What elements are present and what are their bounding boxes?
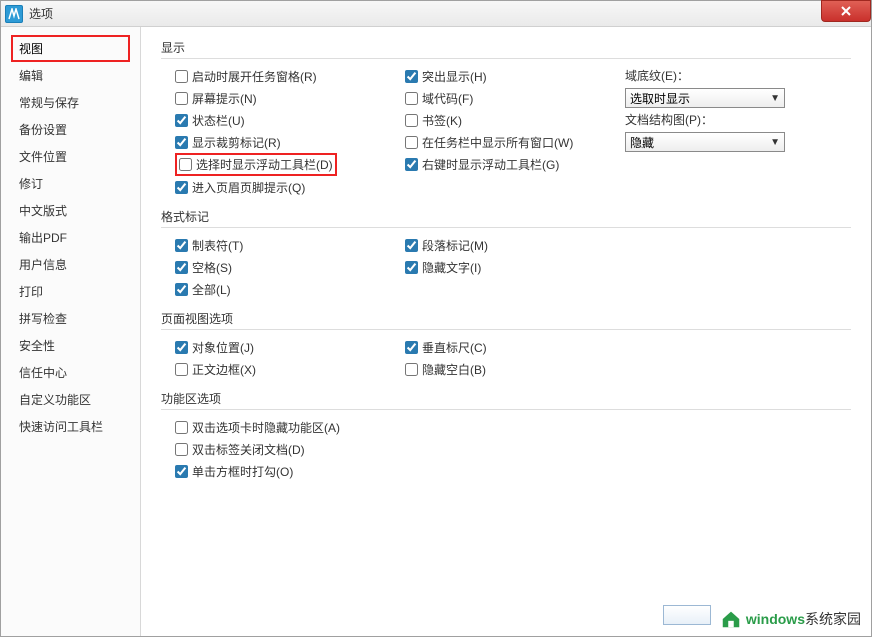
- sidebar-item-pdf[interactable]: 输出PDF: [1, 224, 140, 251]
- chk-taskbar-windows[interactable]: 在任务栏中显示所有窗口(W): [405, 134, 625, 151]
- group-title-ribbon: 功能区选项: [161, 390, 851, 410]
- sidebar: 视图 编辑 常规与保存 备份设置 文件位置 修订 中文版式 输出PDF 用户信息…: [1, 27, 141, 636]
- sidebar-item-print[interactable]: 打印: [1, 278, 140, 305]
- chk-textbound[interactable]: 正文边框(X): [175, 361, 405, 378]
- chk-click-checkbox[interactable]: 单击方框时打勾(O): [175, 463, 293, 480]
- group-title-pageview: 页面视图选项: [161, 310, 851, 330]
- chk-startup-taskpane[interactable]: 启动时展开任务窗格(R): [175, 68, 405, 85]
- chk-objpos[interactable]: 对象位置(J): [175, 339, 405, 356]
- watermark: windows系统家园: [720, 608, 861, 630]
- chk-vruler[interactable]: 垂直标尺(C): [405, 339, 625, 356]
- sidebar-item-view[interactable]: 视图: [11, 35, 130, 62]
- group-ribbon: 功能区选项 双击选项卡时隐藏功能区(A) 双击标签关闭文档(D) 单击方框时打勾…: [161, 390, 851, 482]
- chk-dblclick-closetab[interactable]: 双击标签关闭文档(D): [175, 441, 305, 458]
- chk-statusbar[interactable]: 状态栏(U): [175, 112, 405, 129]
- chevron-down-icon: ▼: [770, 137, 780, 148]
- group-display: 显示 启动时展开任务窗格(R) 突出显示(H) 域底纹(E)： 屏幕提示(N) …: [161, 39, 851, 198]
- sidebar-item-trustcenter[interactable]: 信任中心: [1, 359, 140, 386]
- chevron-down-icon: ▼: [770, 93, 780, 104]
- label-field-shading: 域底纹(E)：: [625, 67, 851, 84]
- group-title-format: 格式标记: [161, 208, 851, 228]
- sidebar-item-customribbon[interactable]: 自定义功能区: [1, 386, 140, 413]
- chk-float-toolbar-select[interactable]: 选择时显示浮动工具栏(D): [179, 156, 333, 173]
- chk-float-toolbar-rclick[interactable]: 右键时显示浮动工具栏(G): [405, 156, 625, 173]
- group-title-display: 显示: [161, 39, 851, 59]
- group-pageview: 页面视图选项 对象位置(J) 垂直标尺(C) 正文边框(X) 隐藏空白(B): [161, 310, 851, 380]
- sidebar-item-edit[interactable]: 编辑: [1, 62, 140, 89]
- chk-cropmark[interactable]: 显示裁剪标记(R): [175, 134, 405, 151]
- sidebar-item-revision[interactable]: 修订: [1, 170, 140, 197]
- chk-hideblank[interactable]: 隐藏空白(B): [405, 361, 625, 378]
- sidebar-item-userinfo[interactable]: 用户信息: [1, 251, 140, 278]
- sidebar-item-filelocation[interactable]: 文件位置: [1, 143, 140, 170]
- titlebar: 选项: [1, 1, 871, 27]
- ok-button[interactable]: [663, 605, 711, 625]
- sidebar-item-qat[interactable]: 快速访问工具栏: [1, 413, 140, 440]
- chk-tab[interactable]: 制表符(T): [175, 237, 405, 254]
- sidebar-item-security[interactable]: 安全性: [1, 332, 140, 359]
- house-icon: [720, 608, 742, 630]
- chk-screentip[interactable]: 屏幕提示(N): [175, 90, 405, 107]
- chk-paragraph[interactable]: 段落标记(M): [405, 237, 625, 254]
- sidebar-item-backup[interactable]: 备份设置: [1, 116, 140, 143]
- combo-docmap[interactable]: 隐藏▼: [625, 132, 785, 152]
- chk-highlight[interactable]: 突出显示(H): [405, 68, 625, 85]
- chk-fieldcode[interactable]: 域代码(F): [405, 90, 625, 107]
- combo-field-shading[interactable]: 选取时显示▼: [625, 88, 785, 108]
- options-window: 选项 视图 编辑 常规与保存 备份设置 文件位置 修订 中文版式 输出PDF 用…: [0, 0, 872, 637]
- chk-headerfooter-tip[interactable]: 进入页眉页脚提示(Q): [175, 179, 405, 196]
- label-docmap: 文档结构图(P)：: [625, 111, 851, 128]
- chk-hiddentext[interactable]: 隐藏文字(I): [405, 259, 625, 276]
- chk-space[interactable]: 空格(S): [175, 259, 405, 276]
- group-format-marks: 格式标记 制表符(T) 段落标记(M) 空格(S) 隐藏文字(I) 全部(L): [161, 208, 851, 300]
- sidebar-item-general[interactable]: 常规与保存: [1, 89, 140, 116]
- sidebar-item-chinese[interactable]: 中文版式: [1, 197, 140, 224]
- window-title: 选项: [29, 5, 53, 22]
- dialog-buttons: [663, 605, 711, 628]
- chk-bookmark[interactable]: 书签(K): [405, 112, 625, 129]
- chk-all[interactable]: 全部(L): [175, 281, 405, 298]
- close-button[interactable]: [821, 0, 871, 22]
- sidebar-item-spellcheck[interactable]: 拼写检查: [1, 305, 140, 332]
- chk-dblclick-hideribbon[interactable]: 双击选项卡时隐藏功能区(A): [175, 419, 340, 436]
- content-panel: 显示 启动时展开任务窗格(R) 突出显示(H) 域底纹(E)： 屏幕提示(N) …: [141, 27, 871, 636]
- app-icon: [5, 5, 23, 23]
